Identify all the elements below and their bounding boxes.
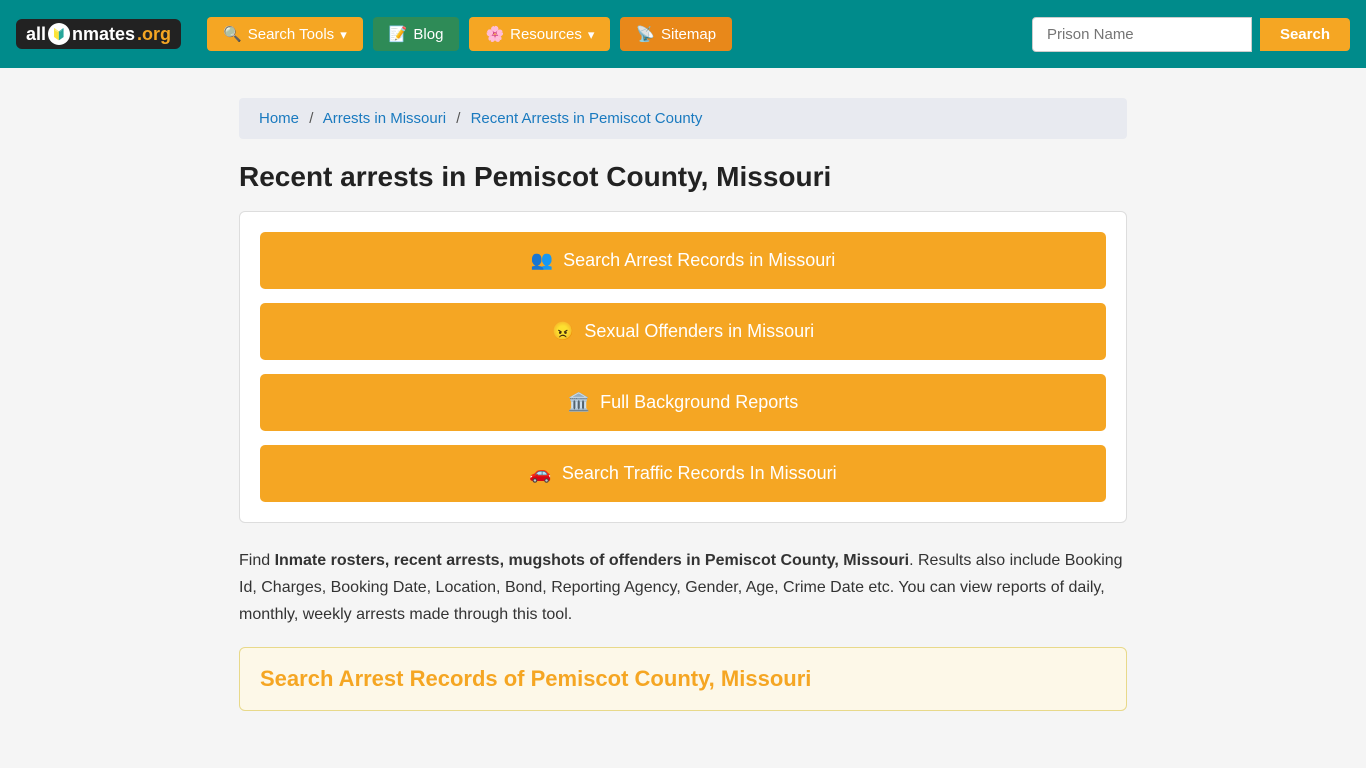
logo-all-text: all [26,24,46,45]
sitemap-button[interactable]: Sitemap [620,17,732,51]
offenders-icon [552,321,574,342]
description-bold: Inmate rosters, recent arrests, mugshots… [275,552,910,569]
nav-search-area: Search [1032,17,1350,52]
search-tools-button[interactable]: Search Tools [207,17,363,51]
description-paragraph: Find Inmate rosters, recent arrests, mug… [239,547,1127,629]
logo-org-text: .org [137,24,171,45]
nav-search-button[interactable]: Search [1260,18,1350,51]
breadcrumb-sep-2: / [456,110,460,127]
resources-dropdown-icon [588,26,595,43]
breadcrumb-arrests[interactable]: Arrests in Missouri [323,110,446,127]
description-intro: Find [239,552,275,569]
users-icon [531,250,553,271]
building-icon [568,392,590,413]
search-tools-dropdown-icon [340,26,347,43]
background-reports-button[interactable]: Full Background Reports [260,374,1106,431]
breadcrumb-sep-1: / [309,110,313,127]
blog-label: Blog [413,26,443,43]
search-tools-label: Search Tools [248,26,334,43]
logo-inmates-text: nmates [72,24,135,45]
sexual-offenders-label: Sexual Offenders in Missouri [584,321,814,342]
sexual-offenders-button[interactable]: Sexual Offenders in Missouri [260,303,1106,360]
logo[interactable]: all 🔰 nmates .org [16,19,181,49]
page-title: Recent arrests in Pemiscot County, Misso… [239,161,1127,193]
breadcrumb-current: Recent Arrests in Pemiscot County [471,110,703,127]
breadcrumb-home[interactable]: Home [259,110,299,127]
sitemap-label: Sitemap [661,26,716,43]
action-buttons-card: Search Arrest Records in Missouri Sexual… [239,211,1127,523]
resources-icon [485,25,504,43]
main-content: Home / Arrests in Missouri / Recent Arre… [223,98,1143,711]
search-arrest-records-label: Search Arrest Records in Missouri [563,250,835,271]
breadcrumb: Home / Arrests in Missouri / Recent Arre… [239,98,1127,139]
search-section: Search Arrest Records of Pemiscot County… [239,647,1127,711]
nav-search-button-label: Search [1280,26,1330,43]
resources-button[interactable]: Resources [469,17,610,51]
car-icon [529,463,551,484]
blog-button[interactable]: Blog [373,17,460,51]
traffic-records-button[interactable]: Search Traffic Records In Missouri [260,445,1106,502]
blog-icon [389,25,408,43]
search-arrest-records-button[interactable]: Search Arrest Records in Missouri [260,232,1106,289]
traffic-records-label: Search Traffic Records In Missouri [562,463,837,484]
logo-org-badge: 🔰 [48,23,70,45]
search-icon [223,25,242,43]
prison-name-input[interactable] [1032,17,1252,52]
background-reports-label: Full Background Reports [600,392,798,413]
search-section-title: Search Arrest Records of Pemiscot County… [260,666,1106,692]
navigation: all 🔰 nmates .org Search Tools Blog Reso… [0,0,1366,68]
rss-icon [636,25,655,43]
resources-label: Resources [510,26,582,43]
